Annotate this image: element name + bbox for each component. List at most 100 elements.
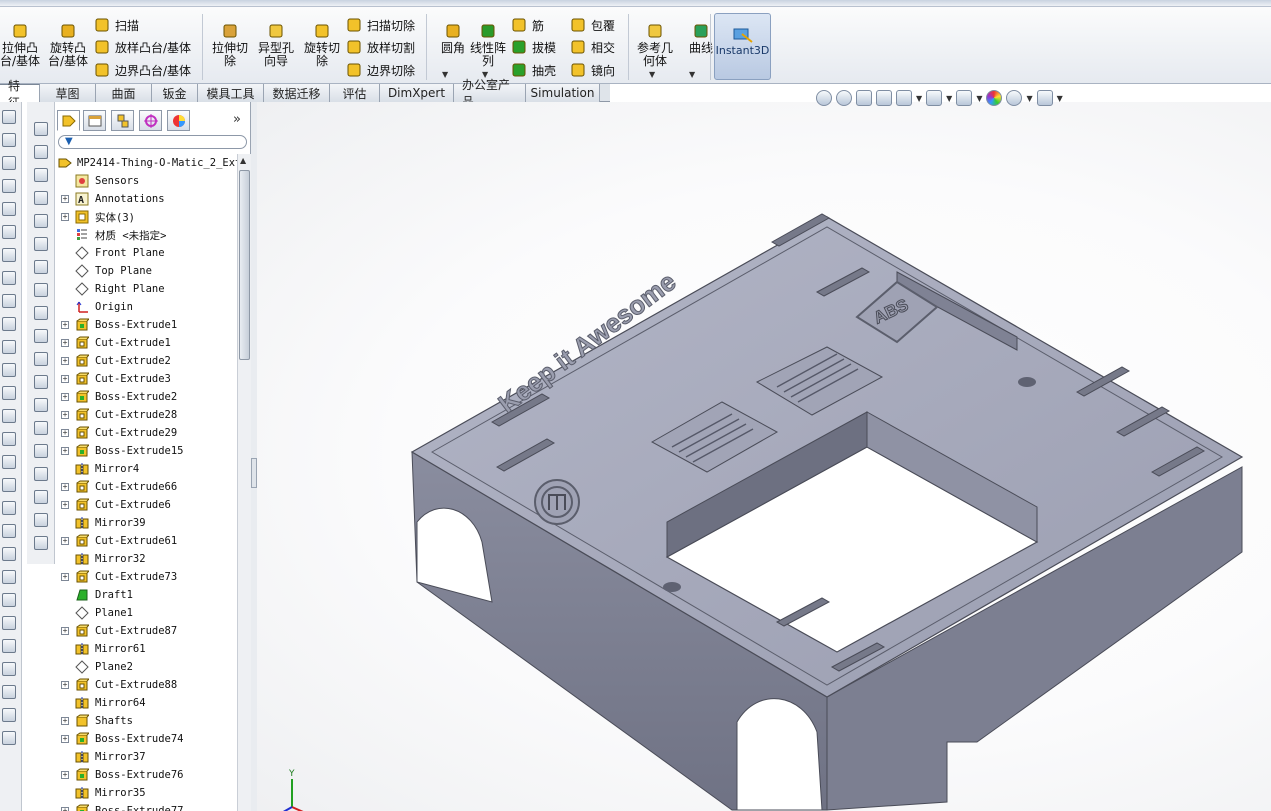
zoom-to-fit-icon[interactable] [816, 90, 832, 106]
expand-toggle[interactable]: + [61, 213, 69, 221]
tree-item[interactable]: + Cut-Extrude88 [55, 676, 237, 694]
tree-item[interactable]: Mirror32 [55, 550, 237, 568]
mirror-button[interactable]: 镜向 [570, 59, 615, 81]
tree-item[interactable]: + Cut-Extrude29 [55, 424, 237, 442]
rib-button[interactable]: 筋 [511, 14, 544, 36]
tree-item[interactable]: + 实体(3) [55, 208, 237, 226]
tree-item[interactable]: Mirror64 [55, 694, 237, 712]
expand-toggle[interactable]: + [61, 771, 69, 779]
expand-toggle[interactable]: + [61, 627, 69, 635]
draft-button[interactable]: 拔模 [511, 36, 556, 58]
expand-toggle[interactable]: + [61, 573, 69, 581]
expand-toggle[interactable]: + [61, 321, 69, 329]
tree-item[interactable]: + Cut-Extrude2 [55, 352, 237, 370]
sketch-tool-icon[interactable] [2, 225, 16, 239]
tree-item[interactable]: + Boss-Extrude2 [55, 388, 237, 406]
tab-display-manager[interactable] [167, 110, 190, 131]
section-view-icon[interactable] [876, 90, 892, 106]
tab-5[interactable]: 数据迁移 [264, 84, 330, 102]
expand-toggle[interactable]: + [61, 375, 69, 383]
expand-toggle[interactable]: + [61, 429, 69, 437]
tree-item[interactable]: Mirror4 [55, 460, 237, 478]
tree-item[interactable]: Mirror37 [55, 748, 237, 766]
sketch-tool-icon[interactable] [2, 662, 16, 676]
linear-pattern-button[interactable]: 线性阵列 [466, 22, 510, 68]
sketch-tool-icon[interactable] [2, 156, 16, 170]
sketch-entity-icon[interactable] [34, 237, 48, 251]
fillet-dropdown-caret[interactable]: ▼ [442, 70, 448, 79]
tree-item[interactable]: + Shafts [55, 712, 237, 730]
sketch-tool-icon[interactable] [2, 616, 16, 630]
tree-item[interactable]: + A Annotations [55, 190, 237, 208]
tab-0[interactable]: 特征 [0, 79, 40, 110]
tree-item[interactable]: Draft1 [55, 586, 237, 604]
sketch-entity-icon[interactable] [34, 214, 48, 228]
sketch-tool-icon[interactable] [2, 133, 16, 147]
expand-toggle[interactable]: + [61, 195, 69, 203]
hole-wizard-button[interactable]: 异型孔 向导 [254, 22, 298, 68]
tree-item[interactable]: Mirror35 [55, 784, 237, 802]
sketch-tool-icon[interactable] [2, 386, 16, 400]
expand-toggle[interactable]: + [61, 735, 69, 743]
revolve-cut-button[interactable]: 旋转切除 [300, 22, 344, 68]
tree-item[interactable]: Right Plane [55, 280, 237, 298]
sketch-entity-icon[interactable] [34, 122, 48, 136]
sketch-tool-icon[interactable] [2, 708, 16, 722]
view-orientation-icon[interactable] [896, 90, 912, 106]
sketch-tool-icon[interactable] [2, 593, 16, 607]
sketch-tool-icon[interactable] [2, 524, 16, 538]
tab-1[interactable]: 草图 [40, 84, 96, 102]
expand-toggle[interactable]: + [61, 447, 69, 455]
expand-toggle[interactable]: + [61, 537, 69, 545]
tree-item[interactable]: Top Plane [55, 262, 237, 280]
tree-item[interactable]: + Cut-Extrude73 [55, 568, 237, 586]
tree-filter-input[interactable]: ▼ [58, 135, 247, 149]
curves-dropdown-caret[interactable]: ▼ [689, 70, 695, 79]
reference-geometry-button[interactable]: 参考几 何体 [633, 22, 677, 68]
swept-cut-button[interactable]: 扫描切除 [346, 14, 415, 36]
expand-toggle[interactable]: + [61, 393, 69, 401]
display-style-icon[interactable] [926, 90, 943, 106]
sketch-tool-icon[interactable] [2, 340, 16, 354]
sketch-entity-icon[interactable] [34, 421, 48, 435]
tree-item[interactable]: Mirror39 [55, 514, 237, 532]
tab-3[interactable]: 钣金 [152, 84, 198, 102]
extrude-cut-button[interactable]: 拉伸切除 [208, 22, 252, 68]
part-model[interactable]: Keep it Awesome ABS Y [257, 102, 1271, 811]
sketch-tool-icon[interactable] [2, 478, 16, 492]
sketch-tool-icon[interactable] [2, 294, 16, 308]
sketch-entity-icon[interactable] [34, 444, 48, 458]
tab-2[interactable]: 曲面 [96, 84, 152, 102]
sketch-tool-icon[interactable] [2, 110, 16, 124]
revolve-boss-button[interactable]: 旋转凸 台/基体 [46, 22, 90, 68]
expand-toggle[interactable]: + [61, 501, 69, 509]
tree-item[interactable]: Mirror61 [55, 640, 237, 658]
tree-item[interactable]: + Cut-Extrude61 [55, 532, 237, 550]
extrude-boss-button[interactable]: 拉伸凸 台/基体 [0, 22, 42, 68]
tree-item[interactable]: + Boss-Extrude77 [55, 802, 237, 811]
tree-item[interactable]: + Boss-Extrude76 [55, 766, 237, 784]
display-style-caret[interactable]: ▼ [946, 94, 952, 103]
tree-item[interactable]: + Boss-Extrude15 [55, 442, 237, 460]
tree-item[interactable]: + Cut-Extrude6 [55, 496, 237, 514]
sketch-tool-icon[interactable] [2, 731, 16, 745]
expand-toggle[interactable]: + [61, 357, 69, 365]
apply-scene-caret[interactable]: ▼ [1026, 94, 1032, 103]
sketch-entity-icon[interactable] [34, 168, 48, 182]
tab-feature-tree[interactable] [57, 110, 80, 131]
sketch-entity-icon[interactable] [34, 329, 48, 343]
tree-item[interactable]: Plane1 [55, 604, 237, 622]
sketch-entity-icon[interactable] [34, 513, 48, 527]
tree-item[interactable]: + Cut-Extrude28 [55, 406, 237, 424]
sketch-entity-icon[interactable] [34, 536, 48, 550]
tree-item[interactable]: 材质 <未指定> [55, 226, 237, 244]
sketch-tool-icon[interactable] [2, 455, 16, 469]
expand-toggle[interactable]: + [61, 717, 69, 725]
boundary-cut-button[interactable]: 边界切除 [346, 59, 415, 81]
tree-item[interactable]: Origin [55, 298, 237, 316]
expand-toggle[interactable]: + [61, 681, 69, 689]
tab-property-manager[interactable] [83, 110, 106, 131]
view-settings-caret[interactable]: ▼ [1057, 94, 1063, 103]
expand-toggle[interactable]: + [61, 807, 69, 811]
sketch-entity-icon[interactable] [34, 352, 48, 366]
